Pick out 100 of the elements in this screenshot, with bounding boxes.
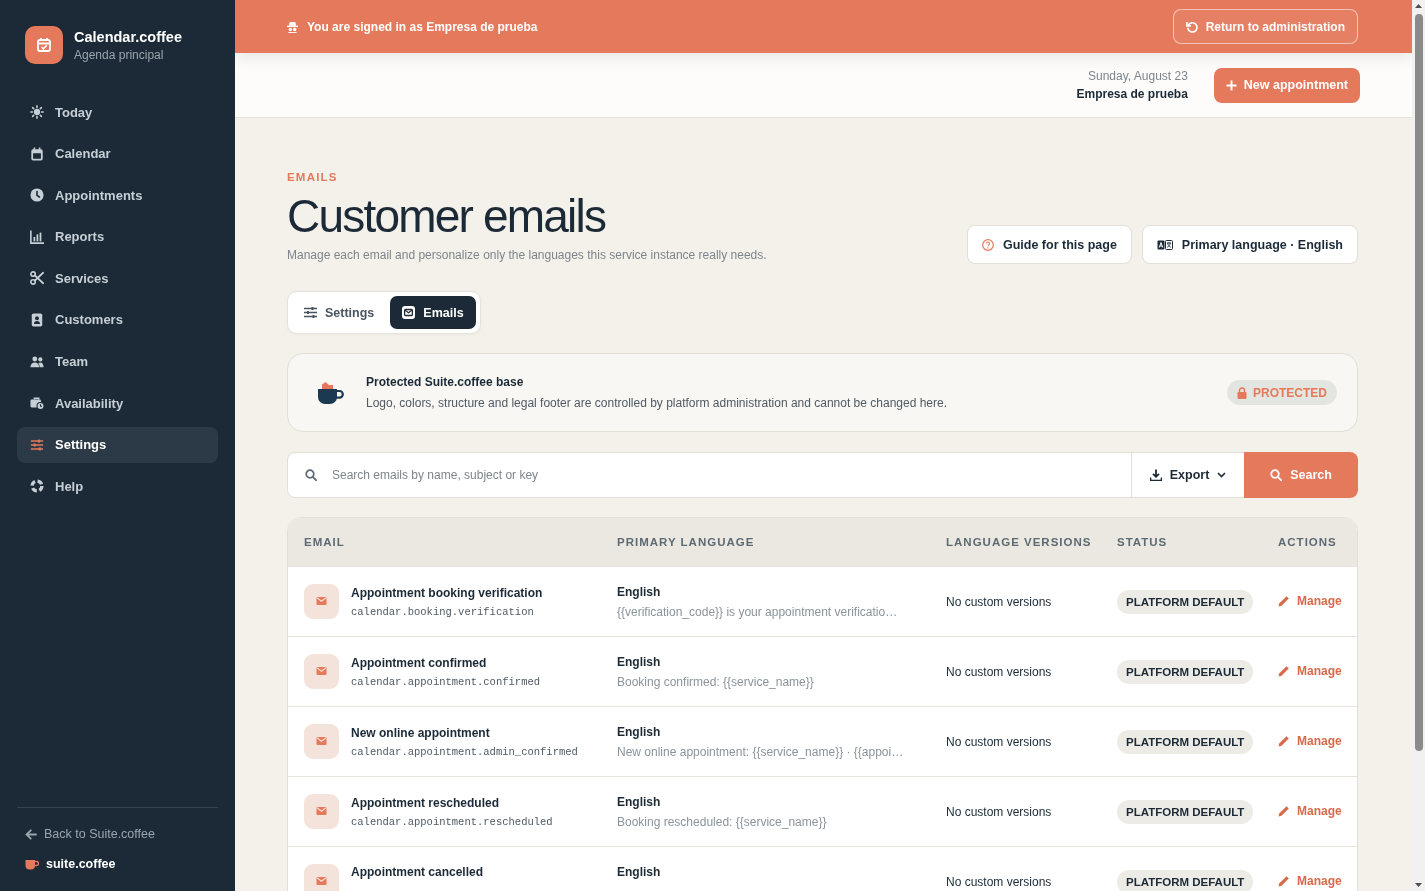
column-header: EMAIL (304, 536, 345, 548)
language-text: English (617, 724, 661, 739)
lock-icon (1237, 386, 1247, 399)
sidebar-item[interactable]: Reports (17, 218, 218, 255)
coffee-cup-icon (317, 380, 344, 405)
email-key: calendar.booking.verification (351, 605, 534, 618)
brand-title: Calendar.coffee (74, 28, 182, 45)
subject-text: Booking rescheduled: {{service_name}} (617, 814, 827, 829)
versions-text: No custom versions (946, 594, 1052, 609)
pencil-icon (1278, 594, 1290, 607)
pencil-icon (1278, 664, 1290, 677)
subject-text: Booking confirmed: {{service_name}} (617, 674, 814, 689)
brand-subtitle: Agenda principal (74, 47, 165, 62)
column-header: LANGUAGE VERSIONS (946, 536, 1092, 548)
sidebar-item[interactable]: Settings (17, 426, 218, 463)
company-name: Empresa de prueba (1076, 87, 1188, 101)
tab[interactable]: Emails (390, 296, 476, 329)
tab[interactable]: Settings (292, 296, 387, 329)
sidebar-item[interactable]: Help (17, 468, 218, 505)
calendar-icon (30, 146, 44, 161)
scissors-icon (30, 271, 44, 286)
sidebar-item[interactable]: Appointments (17, 177, 218, 214)
language-text: English (617, 794, 661, 809)
sidebar-item[interactable]: Services (17, 260, 218, 297)
status-badge: PLATFORM DEFAULT (1117, 799, 1254, 824)
column-header: ACTIONS (1278, 536, 1337, 548)
envelope-icon (304, 724, 339, 759)
column-header: STATUS (1117, 536, 1168, 548)
email-name: Appointment confirmed (351, 655, 487, 670)
envelope-icon (304, 654, 339, 689)
search-icon (305, 469, 317, 481)
sidebar-item[interactable]: Availability (17, 385, 218, 422)
sun-icon (30, 105, 44, 119)
date-text: Sunday, August 23 (1087, 69, 1188, 83)
contact-card-icon (30, 312, 44, 327)
bar-chart-icon (30, 229, 44, 244)
section-eyebrow: EMAILS (287, 171, 338, 183)
sidebar-item[interactable]: Customers (17, 301, 218, 338)
lifebuoy-icon (30, 479, 44, 494)
versions-text: No custom versions (946, 874, 1052, 889)
page-description: Manage each email and personalize only the languages this service instance really needs. (287, 248, 767, 262)
versions-text: No custom versions (946, 664, 1052, 679)
language-text: English (617, 865, 661, 879)
sidebar-item[interactable]: Team (17, 343, 218, 380)
pencil-icon (1278, 734, 1290, 747)
subject-text: New online appointment: {{service_name}} · {{appoi… (617, 744, 904, 759)
envelope-icon (304, 864, 339, 891)
download-icon (1149, 469, 1162, 481)
page-title: Customer emails (287, 193, 606, 239)
badge-label: PROTECTED (1253, 385, 1327, 400)
briefcase-icon (30, 396, 44, 411)
scrollbar-thumb[interactable] (1414, 14, 1423, 751)
status-badge: PLATFORM DEFAULT (1117, 729, 1254, 754)
subject-text: {{verification_code}} is your appointment verificatio… (617, 604, 898, 619)
versions-text: No custom versions (946, 804, 1052, 819)
envelope-icon (304, 584, 339, 619)
email-name: Appointment rescheduled (351, 795, 499, 810)
versions-text: No custom versions (946, 734, 1052, 749)
cup-icon (25, 858, 39, 870)
mail-icon (402, 306, 416, 319)
language-text: English (617, 654, 661, 669)
status-badge: PLATFORM DEFAULT (1117, 659, 1254, 684)
language-button[interactable]: Primary language · English (1141, 225, 1358, 264)
email-key: calendar.appointment.admin_confirmed (351, 745, 578, 758)
envelope-icon (304, 794, 339, 829)
status-badge: PLATFORM DEFAULT (1117, 589, 1254, 614)
pencil-icon (1278, 874, 1290, 887)
translate-icon (1156, 239, 1173, 250)
help-icon (981, 238, 994, 251)
column-header: PRIMARY LANGUAGE (617, 536, 755, 548)
calendar-check-icon (25, 26, 63, 64)
email-name: New online appointment (351, 725, 490, 740)
email-key: calendar.appointment.confirmed (351, 675, 541, 688)
incognito-icon (287, 20, 298, 33)
plus-icon (1225, 79, 1237, 91)
sidebar-item[interactable]: Calendar (17, 135, 218, 172)
arrow-left-icon (25, 828, 37, 840)
search-field[interactable]: Search emails by name, subject or key (287, 452, 1131, 498)
guide-button[interactable]: Guide for this page (966, 225, 1132, 264)
email-key: calendar.appointment.rescheduled (351, 815, 553, 828)
scroll-up-icon[interactable] (1415, 4, 1422, 8)
language-text: English (617, 584, 661, 599)
notice-title: Protected Suite.coffee base (366, 375, 524, 389)
scroll-down-icon[interactable] (1415, 883, 1422, 887)
notice-text: Logo, colors, structure and legal footer are controlled by platform administration and cannot be changed here. (366, 396, 947, 410)
sliders-icon (304, 307, 317, 318)
users-icon (30, 354, 44, 369)
email-name: Appointment booking verification (351, 585, 543, 600)
clock-icon (30, 188, 44, 203)
sliders-icon (30, 437, 44, 452)
footer-brand: suite.coffee (46, 857, 116, 871)
sidebar-item[interactable]: Today (17, 94, 218, 130)
export-button[interactable]: Export (1131, 452, 1244, 498)
pencil-icon (1278, 804, 1290, 817)
search-icon (1270, 469, 1283, 481)
banner-text: You are signed in as Empresa de prueba (307, 19, 538, 34)
chevron-down-icon (1217, 472, 1227, 478)
back-link[interactable]: Back to Suite.coffee (25, 827, 155, 841)
email-name: Appointment cancelled (351, 865, 484, 879)
status-badge: PLATFORM DEFAULT (1117, 869, 1254, 891)
